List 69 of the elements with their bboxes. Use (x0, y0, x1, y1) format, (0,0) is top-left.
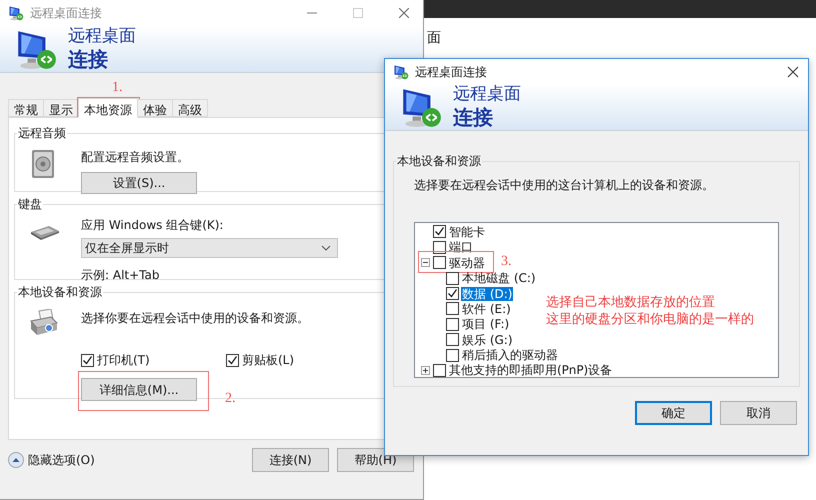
background-text: 面 (427, 30, 441, 46)
checkbox-label: 打印机(T) (97, 352, 150, 370)
monitor-icon (393, 64, 409, 80)
tree-item[interactable]: 稍后插入的驱动器 (461, 348, 559, 362)
tree-item[interactable]: 项目 (F:) (461, 317, 510, 332)
keyboard-icon (29, 223, 61, 242)
checkbox[interactable] (433, 225, 446, 238)
maximize-icon (353, 8, 363, 18)
checkbox[interactable] (433, 256, 446, 270)
annotation-number: 2. (225, 390, 236, 408)
checkbox[interactable] (446, 302, 459, 316)
options-toggle[interactable]: 隐藏选项(O) (28, 451, 95, 470)
banner-title: 远程桌面 (68, 26, 136, 48)
checkbox[interactable] (446, 348, 459, 362)
printer-icon (29, 309, 59, 338)
tab[interactable]: 高级 (172, 99, 208, 118)
tree-item[interactable]: 娱乐 (G:) (461, 332, 514, 347)
group-legend: 本地设备和资源 (396, 152, 482, 170)
window-title: 远程桌面连接 (415, 64, 487, 80)
button[interactable]: 详细信息(M)... (81, 378, 197, 402)
example-text: 示例: Alt+Tab (81, 267, 160, 284)
group-legend: 键盘 (17, 195, 43, 214)
tree-item[interactable]: 其他支持的即插即用(PnP)设备 (448, 363, 614, 378)
checkbox[interactable] (446, 272, 459, 285)
annotation-note: 选择自己本地数据存放的位置 (546, 293, 716, 310)
tab[interactable]: 常规 (8, 99, 44, 118)
checkbox[interactable] (446, 287, 459, 300)
group-legend: 本地设备和资源 (17, 283, 103, 302)
checkbox[interactable] (226, 354, 239, 367)
tree-item[interactable]: 智能卡 (448, 224, 486, 239)
checkbox[interactable] (433, 240, 446, 254)
tree-item[interactable]: 软件 (E:) (461, 302, 512, 316)
checkbox[interactable] (81, 354, 94, 367)
monitor-icon (8, 5, 24, 21)
button[interactable]: 连接(N) (252, 448, 329, 472)
banner-title: 远程桌面 (453, 84, 521, 106)
checkbox[interactable] (446, 333, 459, 346)
button[interactable]: 确定 (635, 401, 712, 426)
banner-subtitle: 连接 (453, 105, 494, 130)
banner-subtitle: 连接 (68, 47, 109, 72)
chevron-icon (321, 245, 331, 252)
tree-item[interactable]: 数据 (D:) (461, 286, 514, 300)
checkbox[interactable] (446, 318, 459, 331)
checkbox[interactable] (433, 364, 446, 377)
collapse-icon[interactable] (421, 258, 430, 268)
dropdown-value: 仅在全屏显示时 (85, 240, 169, 258)
dropdown[interactable]: 仅在全屏显示时 (81, 238, 338, 258)
tab[interactable]: 体验 (137, 99, 173, 118)
close-icon (399, 8, 409, 18)
annotation-number: 3. (501, 253, 512, 272)
close-icon (786, 64, 800, 78)
speaker-icon (29, 148, 57, 180)
description: 选择要在远程会话中使用的这台计算机上的设备和资源。 (414, 177, 715, 194)
annotation-note: 这里的硬盘分区和你电脑的是一样的 (546, 310, 754, 328)
tab[interactable]: 显示 (43, 99, 79, 118)
field-label: 应用 Windows 组合键(K): (81, 217, 224, 234)
expand-icon[interactable] (421, 366, 430, 375)
group-legend: 远程音频 (17, 124, 67, 142)
tab[interactable]: 本地资源 (78, 98, 138, 118)
tree-item[interactable]: 本地磁盘 (C:) (461, 271, 537, 286)
tree-item[interactable]: 驱动器 (448, 256, 486, 270)
window-title: 远程桌面连接 (30, 5, 102, 22)
description: 选择你要在远程会话中使用的设备和资源。 (81, 310, 310, 328)
button[interactable]: 设置(S)... (81, 172, 197, 194)
description: 配置远程音频设置。 (81, 149, 190, 166)
annotation-number: 1. (112, 79, 122, 98)
collapse-icon (8, 452, 24, 468)
button[interactable]: 取消 (720, 401, 797, 426)
checkbox-label: 剪贴板(L) (242, 352, 294, 370)
